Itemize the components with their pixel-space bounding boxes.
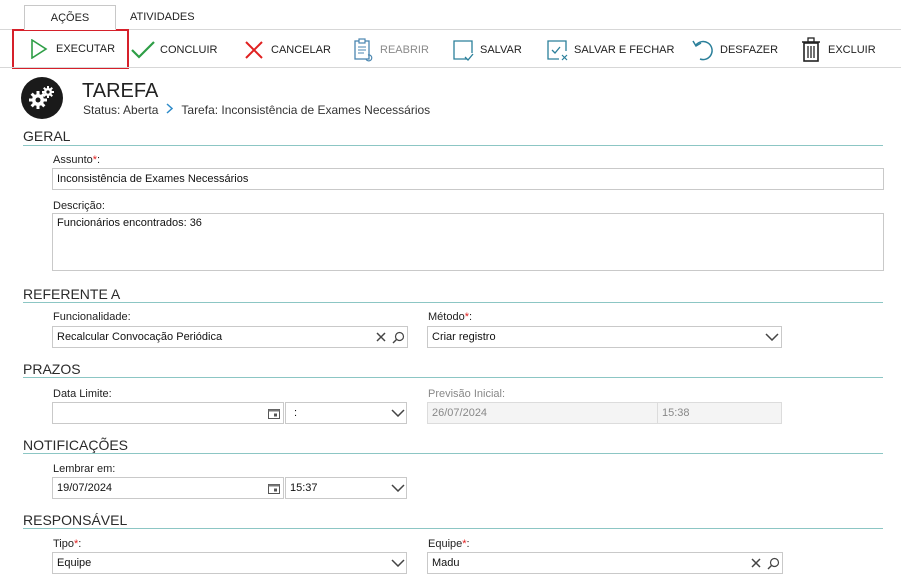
toolbar-divider: [0, 67, 901, 68]
tab-atividades[interactable]: ATIVIDADES: [116, 5, 208, 30]
status-text: Status: Aberta: [83, 103, 159, 117]
assunto-field[interactable]: Inconsistência de Exames Necessários: [52, 168, 884, 190]
salvar-label: SALVAR: [480, 44, 522, 56]
search-icon[interactable]: [389, 327, 407, 347]
toolbar: EXECUTAR CONCLUIR CANCELAR REABRIR SALVA…: [0, 29, 901, 69]
tab-bar: AÇÕES ATIVIDADES: [24, 5, 208, 30]
funcionalidade-label: Funcionalidade:: [53, 311, 131, 323]
check-icon: [130, 37, 156, 63]
metodo-label: Método*:: [428, 311, 473, 323]
executar-button[interactable]: EXECUTAR: [12, 29, 130, 69]
chevron-down-icon[interactable]: [762, 326, 782, 348]
close-icon: [241, 37, 267, 63]
tipo-label: Tipo*:: [53, 538, 82, 550]
tipo-select[interactable]: Equipe: [52, 552, 407, 574]
data-limite-label: Data Limite:: [53, 388, 112, 400]
search-icon[interactable]: [764, 553, 782, 573]
section-geral-divider: [23, 145, 883, 146]
previsao-time-field: 15:38: [657, 402, 782, 424]
salvar-fechar-button[interactable]: SALVAR E FECHAR: [544, 35, 674, 65]
equipe-label: Equipe*:: [428, 538, 470, 550]
equipe-field[interactable]: Madu: [427, 552, 783, 574]
metodo-select[interactable]: Criar registro: [427, 326, 782, 348]
desfazer-button[interactable]: DESFAZER: [690, 35, 778, 65]
trash-icon: [798, 37, 824, 63]
reabrir-label: REABRIR: [380, 44, 429, 56]
chevron-down-icon[interactable]: [388, 552, 408, 574]
section-notificacoes-divider: [23, 453, 883, 454]
cancelar-label: CANCELAR: [271, 44, 331, 56]
descricao-textarea[interactable]: Funcionários encontrados: 36: [52, 213, 884, 271]
section-referente-title: REFERENTE A: [23, 286, 121, 302]
lembrar-label: Lembrar em:: [53, 463, 116, 475]
tab-acoes[interactable]: AÇÕES: [24, 5, 116, 30]
desfazer-label: DESFAZER: [720, 44, 779, 56]
salvar-fechar-label: SALVAR E FECHAR: [574, 44, 675, 56]
play-icon: [26, 36, 52, 62]
section-referente-divider: [23, 302, 883, 303]
section-responsavel-divider: [23, 528, 883, 529]
concluir-label: CONCLUIR: [160, 44, 218, 56]
section-geral-title: GERAL: [23, 128, 71, 144]
descricao-label: Descrição:: [53, 200, 105, 212]
assunto-label: Assunto*:: [53, 154, 101, 166]
clear-icon[interactable]: [747, 552, 765, 574]
section-responsavel-title: RESPONSÁVEL: [23, 512, 128, 528]
chevron-down-icon[interactable]: [388, 477, 408, 499]
task-name: Tarefa: Inconsistência de Exames Necessá…: [181, 103, 431, 117]
clear-icon[interactable]: [372, 326, 390, 348]
save-icon: [450, 37, 476, 63]
funcionalidade-field[interactable]: Recalcular Convocação Periódica: [52, 326, 408, 348]
reabrir-button[interactable]: REABRIR: [350, 35, 429, 65]
save-close-icon: [544, 37, 570, 63]
data-limite-date-field[interactable]: [52, 402, 284, 424]
excluir-label: EXCLUIR: [828, 44, 876, 56]
lembrar-date-field[interactable]: 19/07/2024: [52, 477, 284, 499]
calendar-icon[interactable]: [266, 478, 282, 498]
concluir-button[interactable]: CONCLUIR: [130, 35, 217, 65]
gears-icon: [21, 77, 63, 119]
excluir-button[interactable]: EXCLUIR: [798, 35, 876, 65]
chevron-right-icon: [166, 103, 174, 117]
previsao-label: Previsão Inicial:: [428, 388, 506, 400]
breadcrumb: Status: Aberta Tarefa: Inconsistência de…: [83, 103, 430, 117]
cancelar-button[interactable]: CANCELAR: [241, 35, 331, 65]
section-prazos-divider: [23, 377, 883, 378]
chevron-down-icon[interactable]: [388, 402, 408, 424]
executar-label: EXECUTAR: [56, 43, 116, 55]
page-title: TAREFA: [82, 80, 159, 102]
undo-icon: [690, 37, 716, 63]
salvar-button[interactable]: SALVAR: [450, 35, 522, 65]
previsao-date-field: 26/07/2024: [427, 402, 658, 424]
section-notificacoes-title: NOTIFICAÇÕES: [23, 437, 129, 453]
section-prazos-title: PRAZOS: [23, 361, 81, 377]
clipboard-icon: [350, 37, 376, 63]
calendar-icon[interactable]: [266, 403, 282, 423]
